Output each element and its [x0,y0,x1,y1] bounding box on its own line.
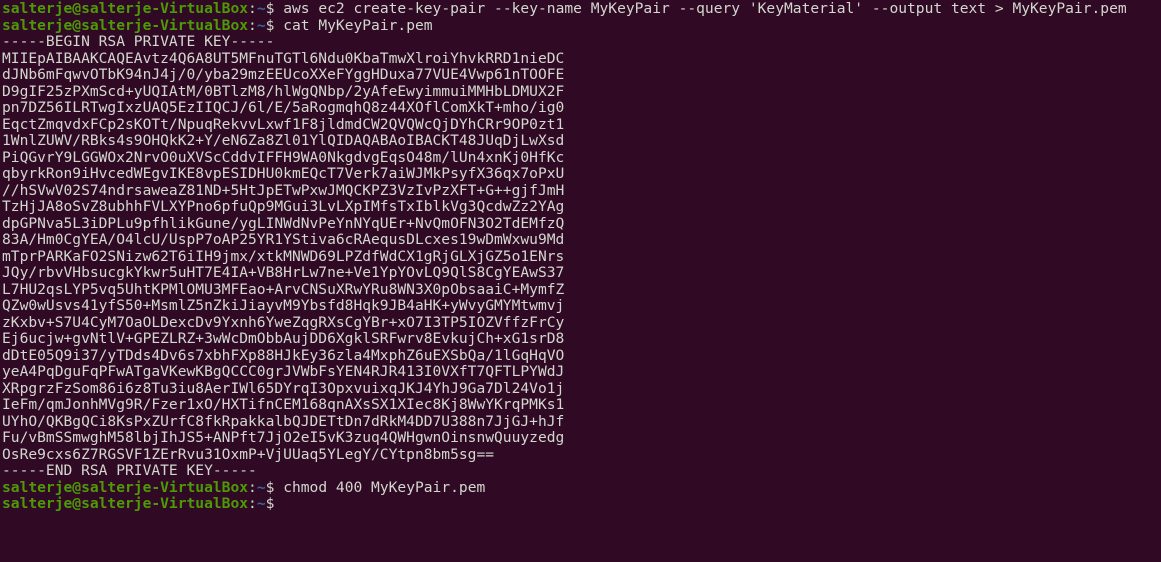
terminal-output-text: L7HU2qsLYP5vq5UhtKPMlOMU3MFEao+ArvCNSuXR… [2,280,565,298]
terminal-output-text: QZw0wUsvs41yfS50+MsmlZ5nZkiJiayvM9Ybsfd8… [2,297,565,314]
terminal-output-line: 83A/Hm0CgYEA/O4lcU/UspP7oAP25YR1YStiva6c… [0,231,1161,249]
terminal-output-text: XRpgrzFzSom86i6z8Tu3iu8AerIWl65DYrqI3Opx… [2,379,565,397]
terminal-prompt-line: salterje@salterje-VirtualBox:~$ cat MyKe… [0,16,1161,35]
terminal-output-line: QZw0wUsvs41yfS50+MsmlZ5nZkiJiayvM9Ybsfd8… [0,297,1161,315]
terminal-output-line: MIIEpAIBAAKCAQEAvtz4Q6A8UT5MFnuTGTl6Ndu0… [0,49,1161,68]
terminal-prompt-line: salterje@salterje-VirtualBox:~$ [0,495,1161,513]
terminal-output-text: OsRe9cxs6Z7RGSVF1ZErRvu31OxmP+VjUUaq5YLe… [2,445,495,463]
terminal-output-line: dpGPNva5L3iDPLu9pfhlikGune/ygLINWdNvPeYn… [0,214,1161,233]
terminal-output-line: qbyrkRon9iHvcedWEgvIKE8vpESIDHU0kmEQcT7V… [0,165,1161,183]
terminal-output-text: PiQGvrY9LGGWOx2NrvO0uXVScCddvIFFH9WA0Nkg… [2,148,565,166]
terminal-output-line: Ej6ucjw+gvNtlV+GPEZLRZ+3wWcDmObbAujDD6Xg… [0,330,1161,348]
terminal-output-line: TzHjJA8oSvZ8ubhhFVLXYPno6pfuQp9MGui3LvLX… [0,198,1161,216]
prompt-user-host: salterje@salterje-VirtualBox [2,495,249,512]
terminal-output-text: zKxbv+S7U4CyM7OaOLDexcDv9Yxnh6YweZqgRXsC… [2,313,565,331]
terminal-prompt-line: salterje@salterje-VirtualBox:~$ chmod 40… [0,478,1161,497]
prompt-user-host: salterje@salterje-VirtualBox [2,478,249,496]
terminal-output-text: //hSVwV02S74ndrsaweaZ81ND+5HtJpETwPxwJMQ… [2,181,565,199]
terminal-output-line: -----END RSA PRIVATE KEY----- [0,462,1161,480]
prompt-user-host: salterje@salterje-VirtualBox [2,16,249,34]
terminal-output-line: zKxbv+S7U4CyM7OaOLDexcDv9Yxnh6YweZqgRXsC… [0,313,1161,332]
terminal-output-line: dDtE05Q9i37/yTDds4Dv6s7xbhFXp88HJkEy36zl… [0,346,1161,365]
terminal-output-line: mTprPARKaFO2SNizw62T6iIH9jmx/xtkMNWD69LP… [0,247,1161,266]
terminal-output-text: qbyrkRon9iHvcedWEgvIKE8vpESIDHU0kmEQcT7V… [2,165,565,182]
terminal-command: chmod 400 MyKeyPair.pem [274,478,486,496]
terminal-output-line: IeFm/qmJonhMVg9R/Fzer1xO/HXTifnCEM168qnA… [0,396,1161,414]
terminal-output-line: dJNb6mFqwvOTbK94nJ4j/0/yba29mzEEUcoXXeFY… [0,66,1161,84]
terminal-output-line: D9gIF25zPXmScd+yUQIAtM/0BTlzM8/hlWgQNbp/… [0,82,1161,101]
terminal-output-line: 1WnlZUWV/RBks4s9OHQkK2+Y/eN6Za8Zl01YlQID… [0,132,1161,150]
terminal-output-line: //hSVwV02S74ndrsaweaZ81ND+5HtJpETwPxwJMQ… [0,181,1161,200]
prompt-path: ~ [256,0,266,17]
prompt-path: ~ [256,16,266,34]
terminal-output-text: 1WnlZUWV/RBks4s9OHQkK2+Y/eN6Za8Zl01YlQID… [2,132,565,149]
terminal-output-text: TzHjJA8oSvZ8ubhhFVLXYPno6pfuQp9MGui3LvLX… [2,198,565,215]
terminal-output-text: pn7DZ56ILRTwgIxzUAQ5EzIIQCJ/6l/E/5aRogmq… [2,99,565,116]
prompt-colon: : [248,478,257,496]
prompt-colon: : [248,495,257,512]
prompt-path: ~ [256,495,266,512]
terminal-output-line: XRpgrzFzSom86i6z8Tu3iu8AerIWl65DYrqI3Opx… [0,379,1161,398]
terminal-output-line: Fu/vBmSSmwghM58lbjIhJS5+ANPft7JjO2eI5vK3… [0,429,1161,447]
terminal-output-line: pn7DZ56ILRTwgIxzUAQ5EzIIQCJ/6l/E/5aRogmq… [0,99,1161,117]
terminal-output-text: dpGPNva5L3iDPLu9pfhlikGune/ygLINWdNvPeYn… [2,214,565,232]
terminal-output-text: UYhO/QKBgQCi8KsPxZUrfC8fkRpakkalbQJDETtD… [2,412,565,430]
prompt-colon: : [248,16,257,34]
prompt-user-host: salterje@salterje-VirtualBox [2,0,249,17]
terminal-command: cat MyKeyPair.pem [274,16,433,34]
terminal-output-text: Fu/vBmSSmwghM58lbjIhJS5+ANPft7JjO2eI5vK3… [2,429,565,446]
terminal-prompt-line: salterje@salterje-VirtualBox:~$ aws ec2 … [0,0,1161,18]
terminal-output-text: dDtE05Q9i37/yTDds4Dv6s7xbhFXp88HJkEy36zl… [2,346,565,364]
terminal-output-text: Ej6ucjw+gvNtlV+GPEZLRZ+3wWcDmObbAujDD6Xg… [2,330,565,347]
terminal-output-line: yeA4PqDguFqPFwATgaVKewKBgQCCC0grJVWbFsYE… [0,363,1161,381]
terminal-output-line: EqctZmqvdxFCp2sKOTt/NpuqRekvvLxwf1F8jldm… [0,115,1161,134]
terminal-output-text: dJNb6mFqwvOTbK94nJ4j/0/yba29mzEEUcoXXeFY… [2,66,565,83]
terminal-output-text: EqctZmqvdxFCp2sKOTt/NpuqRekvvLxwf1F8jldm… [2,115,565,133]
terminal-output-line: PiQGvrY9LGGWOx2NrvO0uXVScCddvIFFH9WA0Nkg… [0,148,1161,167]
terminal-output-line: L7HU2qsLYP5vq5UhtKPMlOMU3MFEao+ArvCNSuXR… [0,280,1161,299]
terminal-output-line: OsRe9cxs6Z7RGSVF1ZErRvu31OxmP+VjUUaq5YLe… [0,445,1161,464]
terminal-output-text: 83A/Hm0CgYEA/O4lcU/UspP7oAP25YR1YStiva6c… [2,231,565,248]
terminal-output-text: mTprPARKaFO2SNizw62T6iIH9jmx/xtkMNWD69LP… [2,247,565,265]
prompt-path: ~ [256,478,266,496]
prompt-colon: : [248,0,257,17]
terminal-output-text: -----BEGIN RSA PRIVATE KEY----- [2,33,275,50]
terminal-command: aws ec2 create-key-pair --key-name MyKey… [274,0,1127,17]
terminal-output-line: UYhO/QKBgQCi8KsPxZUrfC8fkRpakkalbQJDETtD… [0,412,1161,431]
terminal-output-text: MIIEpAIBAAKCAQEAvtz4Q6A8UT5MFnuTGTl6Ndu0… [2,49,565,67]
terminal-output-text: JQy/rbvVHbsucgkYkwr5uHT7E4IA+VB8HrLw7ne+… [2,264,565,281]
terminal-output-text: D9gIF25zPXmScd+yUQIAtM/0BTlzM8/hlWgQNbp/… [2,82,565,100]
terminal-window[interactable]: salterje@salterje-VirtualBox:~$ aws ec2 … [0,0,1161,562]
prompt-dollar: $ [265,495,275,512]
terminal-output-text: -----END RSA PRIVATE KEY----- [2,462,257,479]
terminal-output-line: JQy/rbvVHbsucgkYkwr5uHT7E4IA+VB8HrLw7ne+… [0,264,1161,282]
terminal-output-line: -----BEGIN RSA PRIVATE KEY----- [0,33,1161,51]
terminal-output-text: IeFm/qmJonhMVg9R/Fzer1xO/HXTifnCEM168qnA… [2,396,565,413]
terminal-output-text: yeA4PqDguFqPFwATgaVKewKBgQCCC0grJVWbFsYE… [2,363,565,380]
